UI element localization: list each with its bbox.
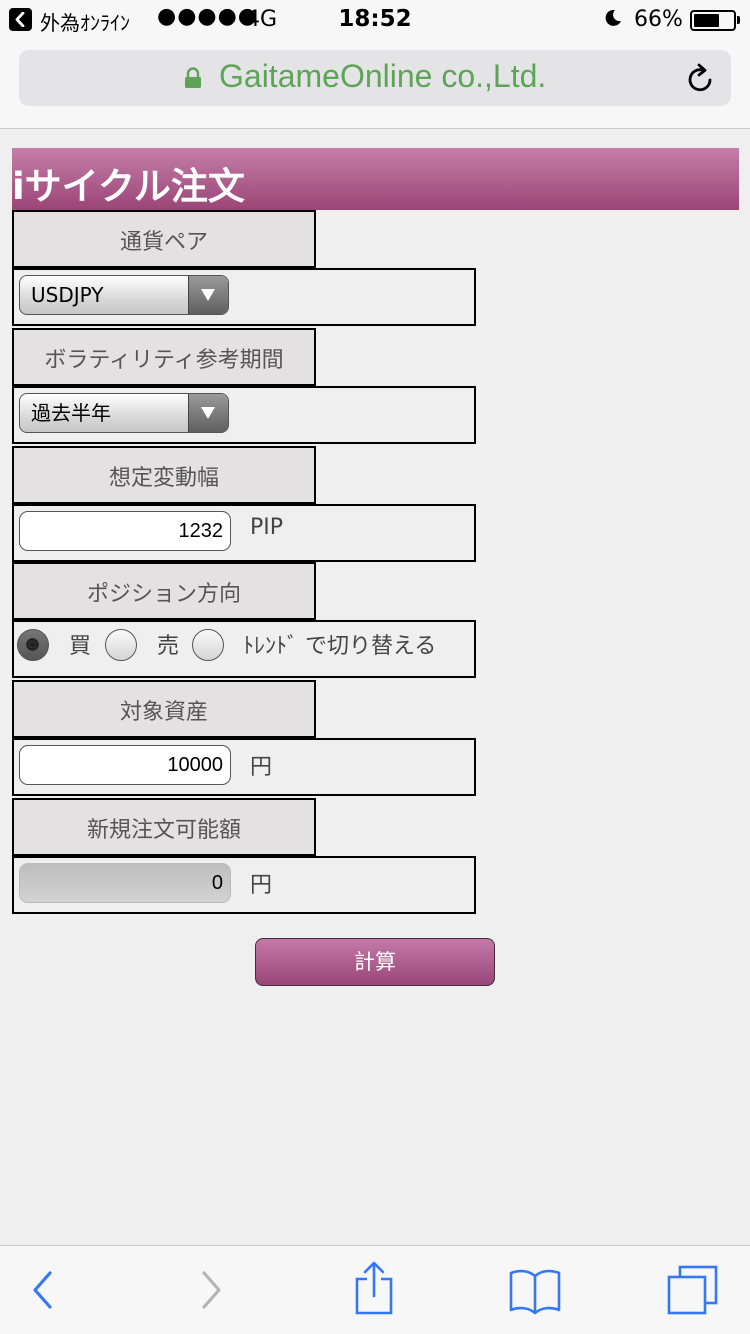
chevron-left-icon[interactable] bbox=[28, 1246, 58, 1334]
available-amount-label: 新規注文可能額 bbox=[12, 798, 316, 856]
available-amount-row: 0 円 bbox=[12, 856, 476, 914]
page-title: iサイクル注文 bbox=[12, 165, 245, 208]
expected-range-input[interactable]: 1232 bbox=[19, 511, 231, 551]
currency-pair-value: USDJPY bbox=[31, 283, 104, 307]
expected-range-row: 1232 PIP bbox=[12, 504, 476, 562]
target-assets-label: 対象資産 bbox=[12, 680, 316, 738]
page-url[interactable]: GaitameOnline co.,Ltd. bbox=[219, 58, 546, 95]
chevron-right-icon[interactable] bbox=[196, 1246, 226, 1334]
battery-icon bbox=[690, 10, 736, 31]
page-header: iサイクル注文 bbox=[12, 148, 739, 210]
browser-nav-bar: GaitameOnline co.,Ltd. bbox=[0, 40, 750, 129]
volatility-period-row: 過去半年 bbox=[12, 386, 476, 444]
pip-unit: PIP bbox=[250, 515, 284, 540]
available-amount-field: 0 bbox=[19, 863, 231, 903]
book-icon[interactable] bbox=[508, 1246, 562, 1334]
buy-radio[interactable] bbox=[17, 629, 49, 661]
lock-icon bbox=[184, 67, 202, 93]
yen-unit: 円 bbox=[250, 873, 273, 898]
currency-pair-label: 通貨ペア bbox=[12, 210, 316, 268]
volatility-period-label: ボラティリティ参考期間 bbox=[12, 328, 316, 386]
dropdown-arrow-icon bbox=[188, 394, 228, 432]
trend-switch-radio[interactable] bbox=[192, 629, 224, 661]
trend-switch-label: ﾄﾚﾝﾄﾞ で切り替える bbox=[243, 634, 437, 659]
position-direction-label: ポジション方向 bbox=[12, 562, 316, 620]
do-not-disturb-icon bbox=[603, 8, 623, 33]
battery-level bbox=[694, 14, 719, 27]
dropdown-arrow-icon bbox=[188, 276, 228, 314]
browser-toolbar bbox=[0, 1245, 750, 1334]
volatility-period-value: 過去半年 bbox=[31, 401, 111, 425]
reload-icon[interactable] bbox=[686, 62, 716, 98]
yen-unit: 円 bbox=[250, 755, 273, 780]
address-bar[interactable]: GaitameOnline co.,Ltd. bbox=[19, 50, 731, 106]
sell-radio[interactable] bbox=[105, 629, 137, 661]
target-assets-input[interactable]: 10000 bbox=[19, 745, 231, 785]
tabs-icon[interactable] bbox=[666, 1246, 720, 1334]
currency-pair-select[interactable]: USDJPY bbox=[19, 275, 229, 315]
buy-label: 買 bbox=[69, 634, 92, 659]
volatility-period-select[interactable]: 過去半年 bbox=[19, 393, 229, 433]
calculate-button[interactable]: 計算 bbox=[255, 938, 495, 986]
status-bar: 外為ｵﾝﾗｲﾝ ●●●●● 4G 18:52 66% bbox=[0, 0, 750, 40]
position-direction-row: 買 売 ﾄﾚﾝﾄﾞ で切り替える bbox=[12, 620, 476, 678]
target-assets-row: 10000 円 bbox=[12, 738, 476, 796]
sell-label: 売 bbox=[157, 634, 180, 659]
battery-nub bbox=[737, 16, 740, 24]
currency-pair-row: USDJPY bbox=[12, 268, 476, 326]
expected-range-label: 想定変動幅 bbox=[12, 446, 316, 504]
battery-percentage: 66% bbox=[634, 7, 683, 32]
share-icon[interactable] bbox=[352, 1246, 396, 1334]
